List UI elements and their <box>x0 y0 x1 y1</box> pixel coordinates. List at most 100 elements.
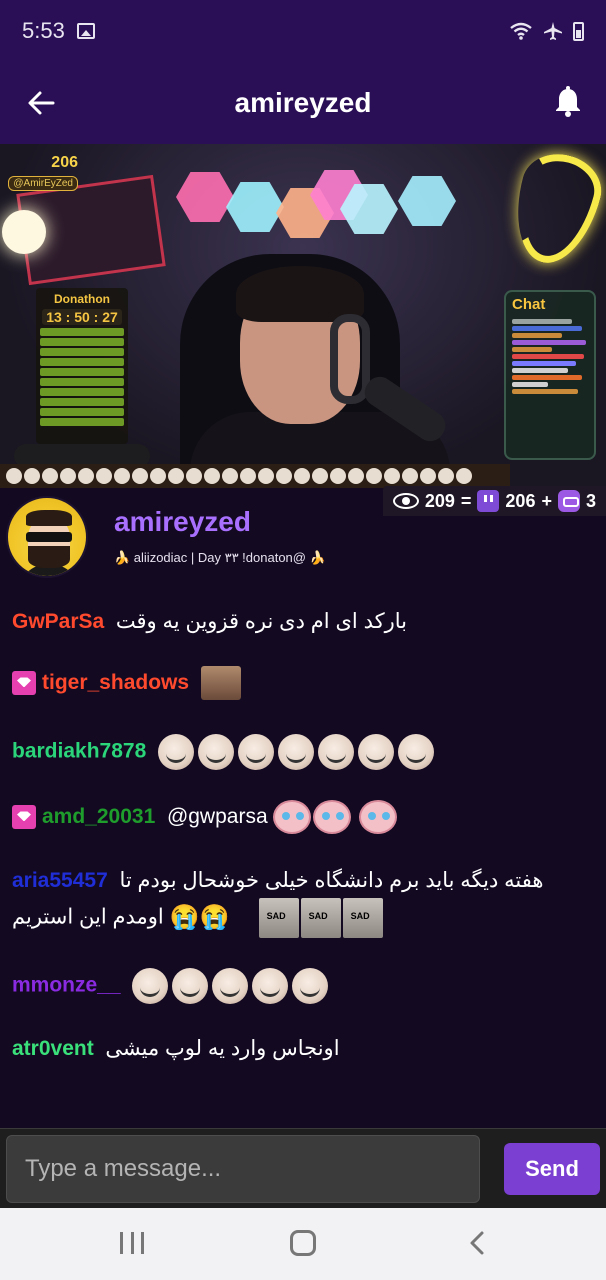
send-button[interactable]: Send <box>504 1143 600 1195</box>
chat-overlay-line <box>512 333 562 338</box>
mini-emote-icon <box>330 468 346 484</box>
chat-text: اونجاس وارد یه لوپ میشی <box>105 1037 340 1060</box>
chat-message-continued: اومدم این استریم 😭😭 <box>12 898 602 938</box>
mini-emote-icon <box>294 468 310 484</box>
donathon-row <box>40 398 124 406</box>
mini-emote-icon <box>348 468 364 484</box>
chat-username[interactable]: amd_20031 <box>42 805 155 828</box>
chat-message: atr0vent اونجاس وارد یه لوپ میشی <box>12 1032 602 1066</box>
system-nav-bar <box>0 1208 606 1280</box>
overlay-count: 206 <box>51 154 78 171</box>
laugh-emote-icon <box>212 968 249 1004</box>
laugh-emote-icon <box>197 734 234 770</box>
donathon-timer: 13 : 50 : 27 <box>42 309 122 325</box>
chat-username[interactable]: bardiakh7878 <box>12 740 146 763</box>
chat-message: aria55457 هفته دیگه باید برم دانشگاه خیل… <box>12 864 602 898</box>
sad-emote-icon <box>258 898 299 938</box>
mini-emote-icon <box>6 468 22 484</box>
chat-overlay-line <box>512 340 586 345</box>
donathon-row <box>40 348 124 356</box>
airplane-icon <box>544 22 562 40</box>
stream-chat-overlay: Chat <box>504 290 596 460</box>
sob-emoji-icon: 😭😭 <box>169 904 230 931</box>
channel-name[interactable]: amireyzed <box>114 506 251 538</box>
laugh-emote-icon <box>357 734 394 770</box>
message-input[interactable] <box>6 1135 480 1203</box>
back-button[interactable] <box>24 86 58 120</box>
back-arrow-icon <box>28 91 55 115</box>
nav-back-icon[interactable] <box>466 1230 492 1256</box>
laughing-man-emote-icon <box>200 666 241 701</box>
chat-overlay-line <box>512 368 568 373</box>
chat-username[interactable]: mmonze__ <box>12 974 121 997</box>
chat-text: @gwparsa <box>166 805 268 828</box>
mini-emote-icon <box>258 468 274 484</box>
donathon-row <box>40 378 124 386</box>
mini-emote-icon <box>132 468 148 484</box>
notifications-button[interactable] <box>550 84 586 120</box>
chat-overlay-line <box>512 319 572 324</box>
mini-emote-icon <box>312 468 328 484</box>
donathon-row <box>40 418 124 426</box>
mini-emote-icon <box>402 468 418 484</box>
stream-video[interactable]: 206 @AmirEyZed Donathon 13 : 50 : 27 Cha… <box>0 144 606 488</box>
chat-username[interactable]: GwParSa <box>12 610 104 633</box>
chat-username[interactable]: atr0vent <box>12 1037 94 1060</box>
sad-emote-icon <box>342 898 383 938</box>
chat-text: بارکد ای ام دی نره قزوین یه وقت <box>115 610 407 633</box>
mini-emote-icon <box>60 468 76 484</box>
chat-username[interactable]: tiger_shadows <box>42 671 189 694</box>
mini-emote-icon <box>420 468 436 484</box>
avatar-glasses <box>26 532 72 542</box>
mini-emote-icon <box>222 468 238 484</box>
laugh-emote-icon <box>252 968 289 1004</box>
mini-emote-icon <box>168 468 184 484</box>
chat-overlay-line <box>512 375 582 380</box>
mini-emote-icon <box>456 468 472 484</box>
chat-message: mmonze__ <box>12 968 602 1004</box>
lamp <box>2 210 46 254</box>
mini-emote-icon <box>276 468 292 484</box>
laugh-emote-icon <box>317 734 354 770</box>
status-icons <box>509 21 584 41</box>
donathon-row <box>40 408 124 416</box>
chat-overlay-line <box>512 354 584 359</box>
avatar[interactable] <box>6 496 88 578</box>
channel-profile: amireyzed 🍌 aliizodiac | Day ۳۳ !donaton… <box>0 494 606 586</box>
sad-emote-icon <box>300 898 341 938</box>
chat-list: GwParSa بارکد ای ام دی نره قزوین یه وقت … <box>0 600 606 1120</box>
mini-emote-icon <box>366 468 382 484</box>
mini-emote-icon <box>240 468 256 484</box>
stream-chat-title: Chat <box>512 296 546 313</box>
chat-overlay-line <box>512 326 582 331</box>
mini-emote-icon <box>42 468 58 484</box>
crying-emote-icon <box>313 800 352 835</box>
gallery-icon <box>76 23 95 39</box>
battery-icon <box>573 21 584 41</box>
donathon-panel: Donathon 13 : 50 : 27 <box>36 288 128 444</box>
mini-emote-icon <box>24 468 40 484</box>
status-bar: 5:53 <box>0 0 606 62</box>
mini-emote-icon <box>186 468 202 484</box>
chat-text: اومدم این استریم <box>12 905 164 929</box>
laugh-emote-icon <box>237 734 274 770</box>
mini-emote-icon <box>150 468 166 484</box>
emote-strip <box>0 464 510 488</box>
home-icon[interactable] <box>290 1230 316 1256</box>
donathon-row <box>40 328 124 336</box>
recent-apps-icon[interactable] <box>120 1232 144 1254</box>
chat-overlay-line <box>512 389 578 394</box>
status-time: 5:53 <box>22 18 65 43</box>
laugh-emote-icon <box>157 734 194 770</box>
donathon-row <box>40 368 124 376</box>
wifi-icon <box>510 22 532 40</box>
chat-username[interactable]: aria55457 <box>12 869 108 892</box>
donathon-title: Donathon <box>54 292 110 306</box>
laugh-emote-icon <box>172 968 209 1004</box>
mini-emote-icon <box>384 468 400 484</box>
crying-emote-icon <box>273 800 312 835</box>
overlay-counter: 206 @AmirEyZed <box>8 154 78 191</box>
app-bar: amireyzed <box>0 62 606 144</box>
chat-message: amd_20031 @gwparsa <box>12 800 602 835</box>
mini-emote-icon <box>96 468 112 484</box>
